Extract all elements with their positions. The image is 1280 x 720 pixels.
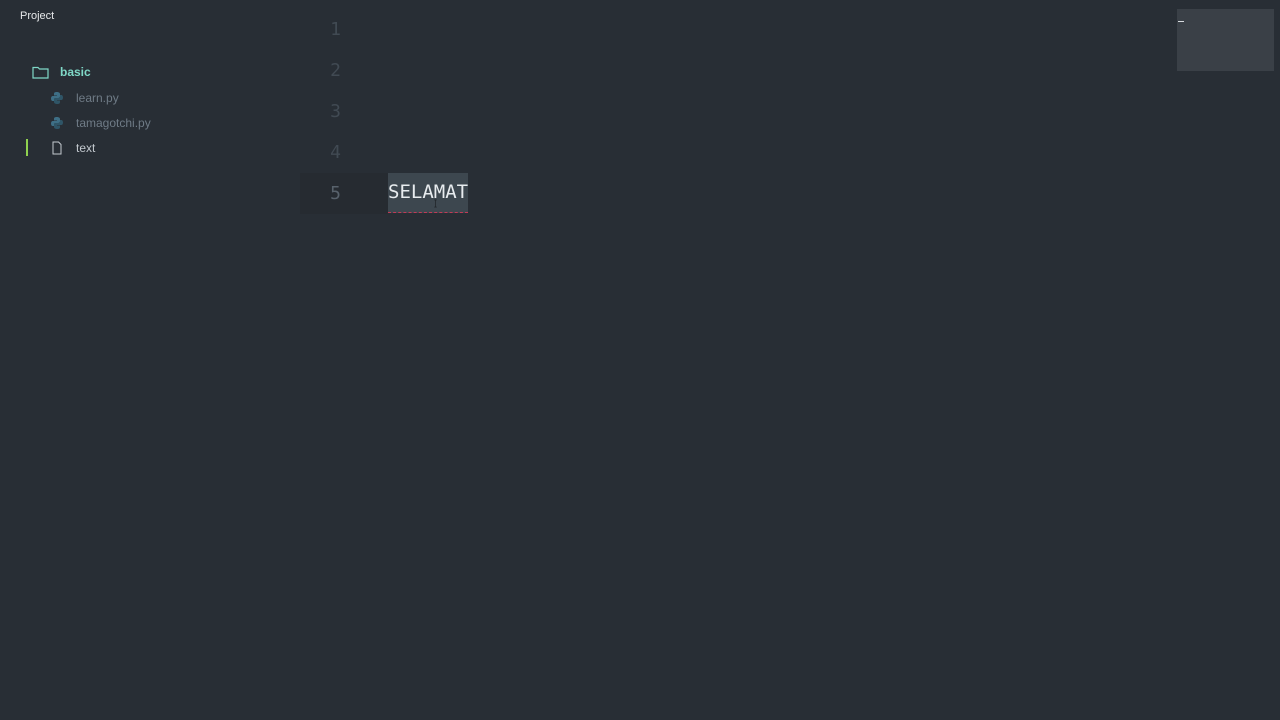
folder-label: basic	[60, 65, 91, 79]
line-number: 4	[330, 142, 341, 163]
active-file-marker	[26, 139, 28, 156]
minimap[interactable]	[1177, 9, 1274, 71]
text-editor[interactable]: 1 2 3 4 5 SELAMAT	[300, 0, 1280, 720]
file-label: text	[76, 141, 96, 155]
line-number: 2	[330, 60, 341, 81]
file-text[interactable]: text	[50, 138, 95, 158]
file-label: learn.py	[76, 91, 119, 105]
ibeam-cursor-icon	[434, 199, 437, 208]
python-icon	[50, 91, 64, 105]
folder-icon	[32, 65, 49, 79]
python-icon	[50, 116, 64, 130]
file-icon	[50, 141, 64, 155]
line-number: 3	[330, 101, 341, 122]
line-number: 5	[330, 183, 341, 204]
file-learn-py[interactable]: learn.py	[50, 88, 119, 108]
project-tree-panel: Project basic learn.py tamagotchi.py tex…	[0, 0, 300, 720]
file-label: tamagotchi.py	[76, 116, 151, 130]
folder-basic[interactable]: basic	[32, 62, 91, 82]
line-number: 1	[330, 19, 341, 40]
editor-window: Project basic learn.py tamagotchi.py tex…	[0, 0, 1280, 720]
file-tamagotchi-py[interactable]: tamagotchi.py	[50, 113, 151, 133]
minimap-text-mark	[1178, 21, 1184, 22]
code-line[interactable]: SELAMAT	[388, 172, 468, 213]
panel-title: Project	[20, 10, 55, 22]
